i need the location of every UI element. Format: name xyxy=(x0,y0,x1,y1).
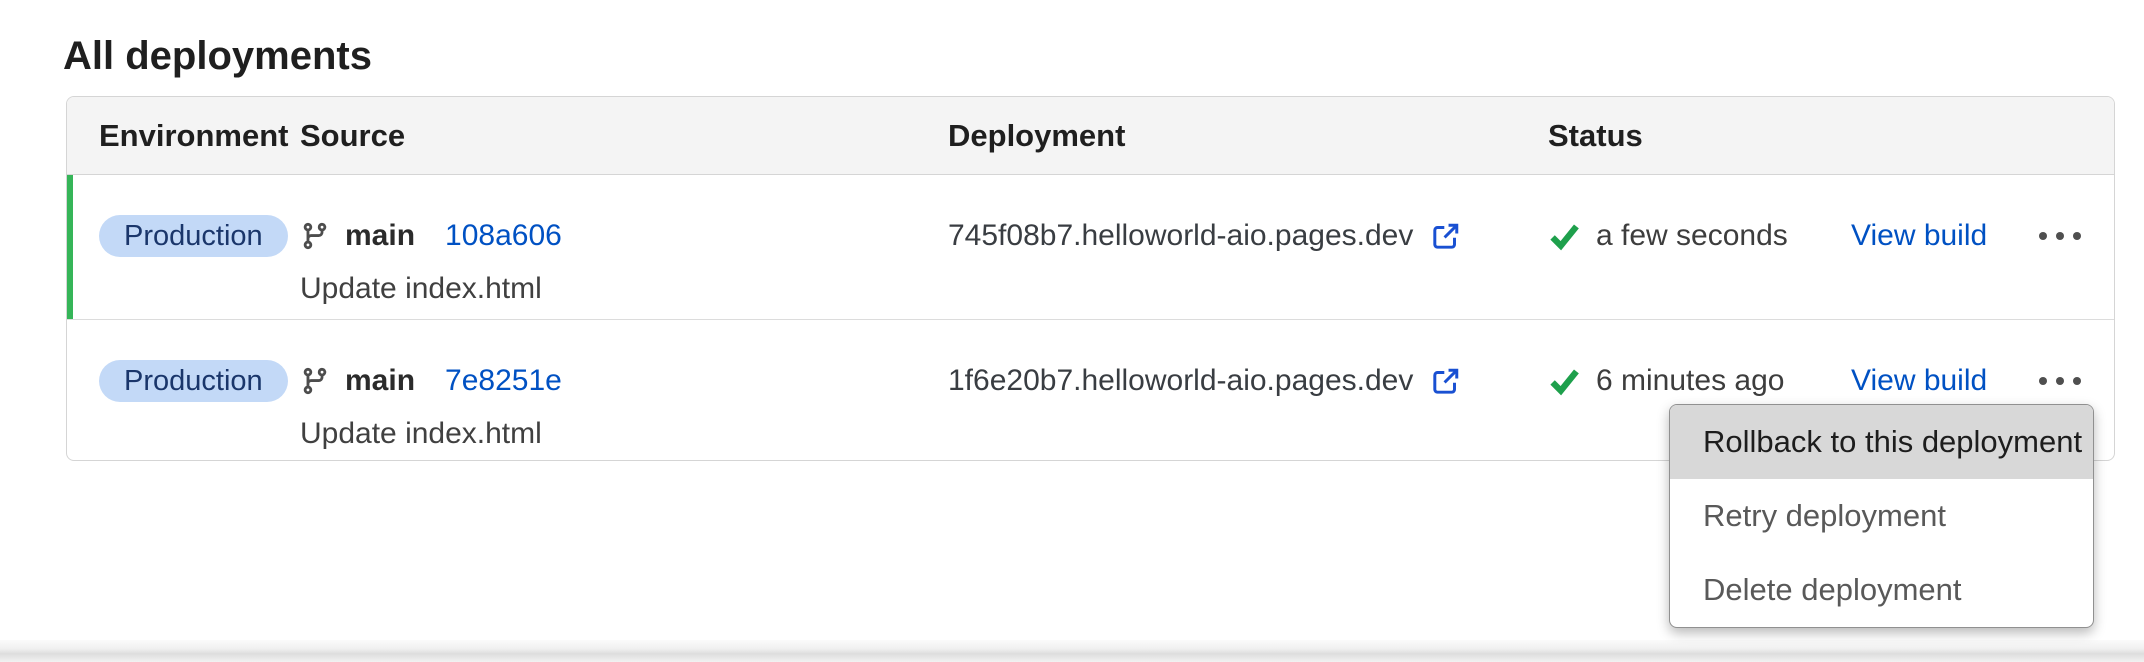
column-header-status: Status xyxy=(1548,118,1851,154)
open-deployment-button[interactable] xyxy=(1429,364,1463,398)
menu-item-delete[interactable]: Delete deployment xyxy=(1670,553,2093,627)
branch-name: main xyxy=(345,364,415,398)
deployment-status-time: 6 minutes ago xyxy=(1596,364,1784,398)
deployments-page: All deployments Environment Source Deplo… xyxy=(0,0,2144,662)
commit-message: Update index.html xyxy=(300,271,948,307)
row-actions-button[interactable] xyxy=(2034,360,2086,402)
source-cell: main 7e8251e Update index.html xyxy=(300,360,948,461)
environment-cell: Production xyxy=(99,360,300,461)
menu-item-rollback[interactable]: Rollback to this deployment xyxy=(1670,405,2093,479)
external-link-icon xyxy=(1429,364,1463,398)
environment-cell: Production xyxy=(99,215,300,319)
branch-name: main xyxy=(345,219,415,253)
external-link-icon xyxy=(1429,219,1463,253)
deployment-row: Production main 108a606 Update index.htm… xyxy=(67,175,2114,319)
commit-message: Update index.html xyxy=(300,416,948,452)
ellipsis-icon xyxy=(2039,232,2047,240)
view-build-link[interactable]: View build xyxy=(1851,364,1987,398)
source-cell: main 108a606 Update index.html xyxy=(300,215,948,319)
column-header-source: Source xyxy=(300,118,948,154)
view-build-cell: View build xyxy=(1851,215,2034,257)
commit-link[interactable]: 108a606 xyxy=(445,219,562,253)
git-branch-icon xyxy=(300,221,330,251)
page-bottom-divider xyxy=(0,640,2144,662)
page-title: All deployments xyxy=(63,32,372,80)
deployment-cell: 1f6e20b7.helloworld-aio.pages.dev xyxy=(948,360,1548,461)
column-header-environment: Environment xyxy=(99,118,300,154)
deployment-status-time: a few seconds xyxy=(1596,219,1788,253)
view-build-cell: View build xyxy=(1851,360,2034,402)
deployment-actions-menu: Rollback to this deployment Retry deploy… xyxy=(1669,404,2094,628)
check-icon xyxy=(1548,365,1581,398)
open-deployment-button[interactable] xyxy=(1429,219,1463,253)
deployment-url: 745f08b7.helloworld-aio.pages.dev xyxy=(948,219,1413,253)
git-branch-icon xyxy=(300,366,330,396)
check-icon xyxy=(1548,220,1581,253)
column-header-deployment: Deployment xyxy=(948,118,1548,154)
environment-badge: Production xyxy=(99,360,288,402)
view-build-link[interactable]: View build xyxy=(1851,219,1987,253)
status-cell: a few seconds xyxy=(1548,215,1851,319)
table-header-row: Environment Source Deployment Status xyxy=(67,97,2114,175)
actions-cell xyxy=(2034,215,2086,319)
deployment-cell: 745f08b7.helloworld-aio.pages.dev xyxy=(948,215,1548,319)
commit-link[interactable]: 7e8251e xyxy=(445,364,562,398)
menu-item-retry[interactable]: Retry deployment xyxy=(1670,479,2093,553)
environment-badge: Production xyxy=(99,215,288,257)
ellipsis-icon xyxy=(2039,377,2047,385)
row-actions-button[interactable] xyxy=(2034,215,2086,257)
current-deployment-indicator xyxy=(67,175,73,319)
deployment-url: 1f6e20b7.helloworld-aio.pages.dev xyxy=(948,364,1413,398)
